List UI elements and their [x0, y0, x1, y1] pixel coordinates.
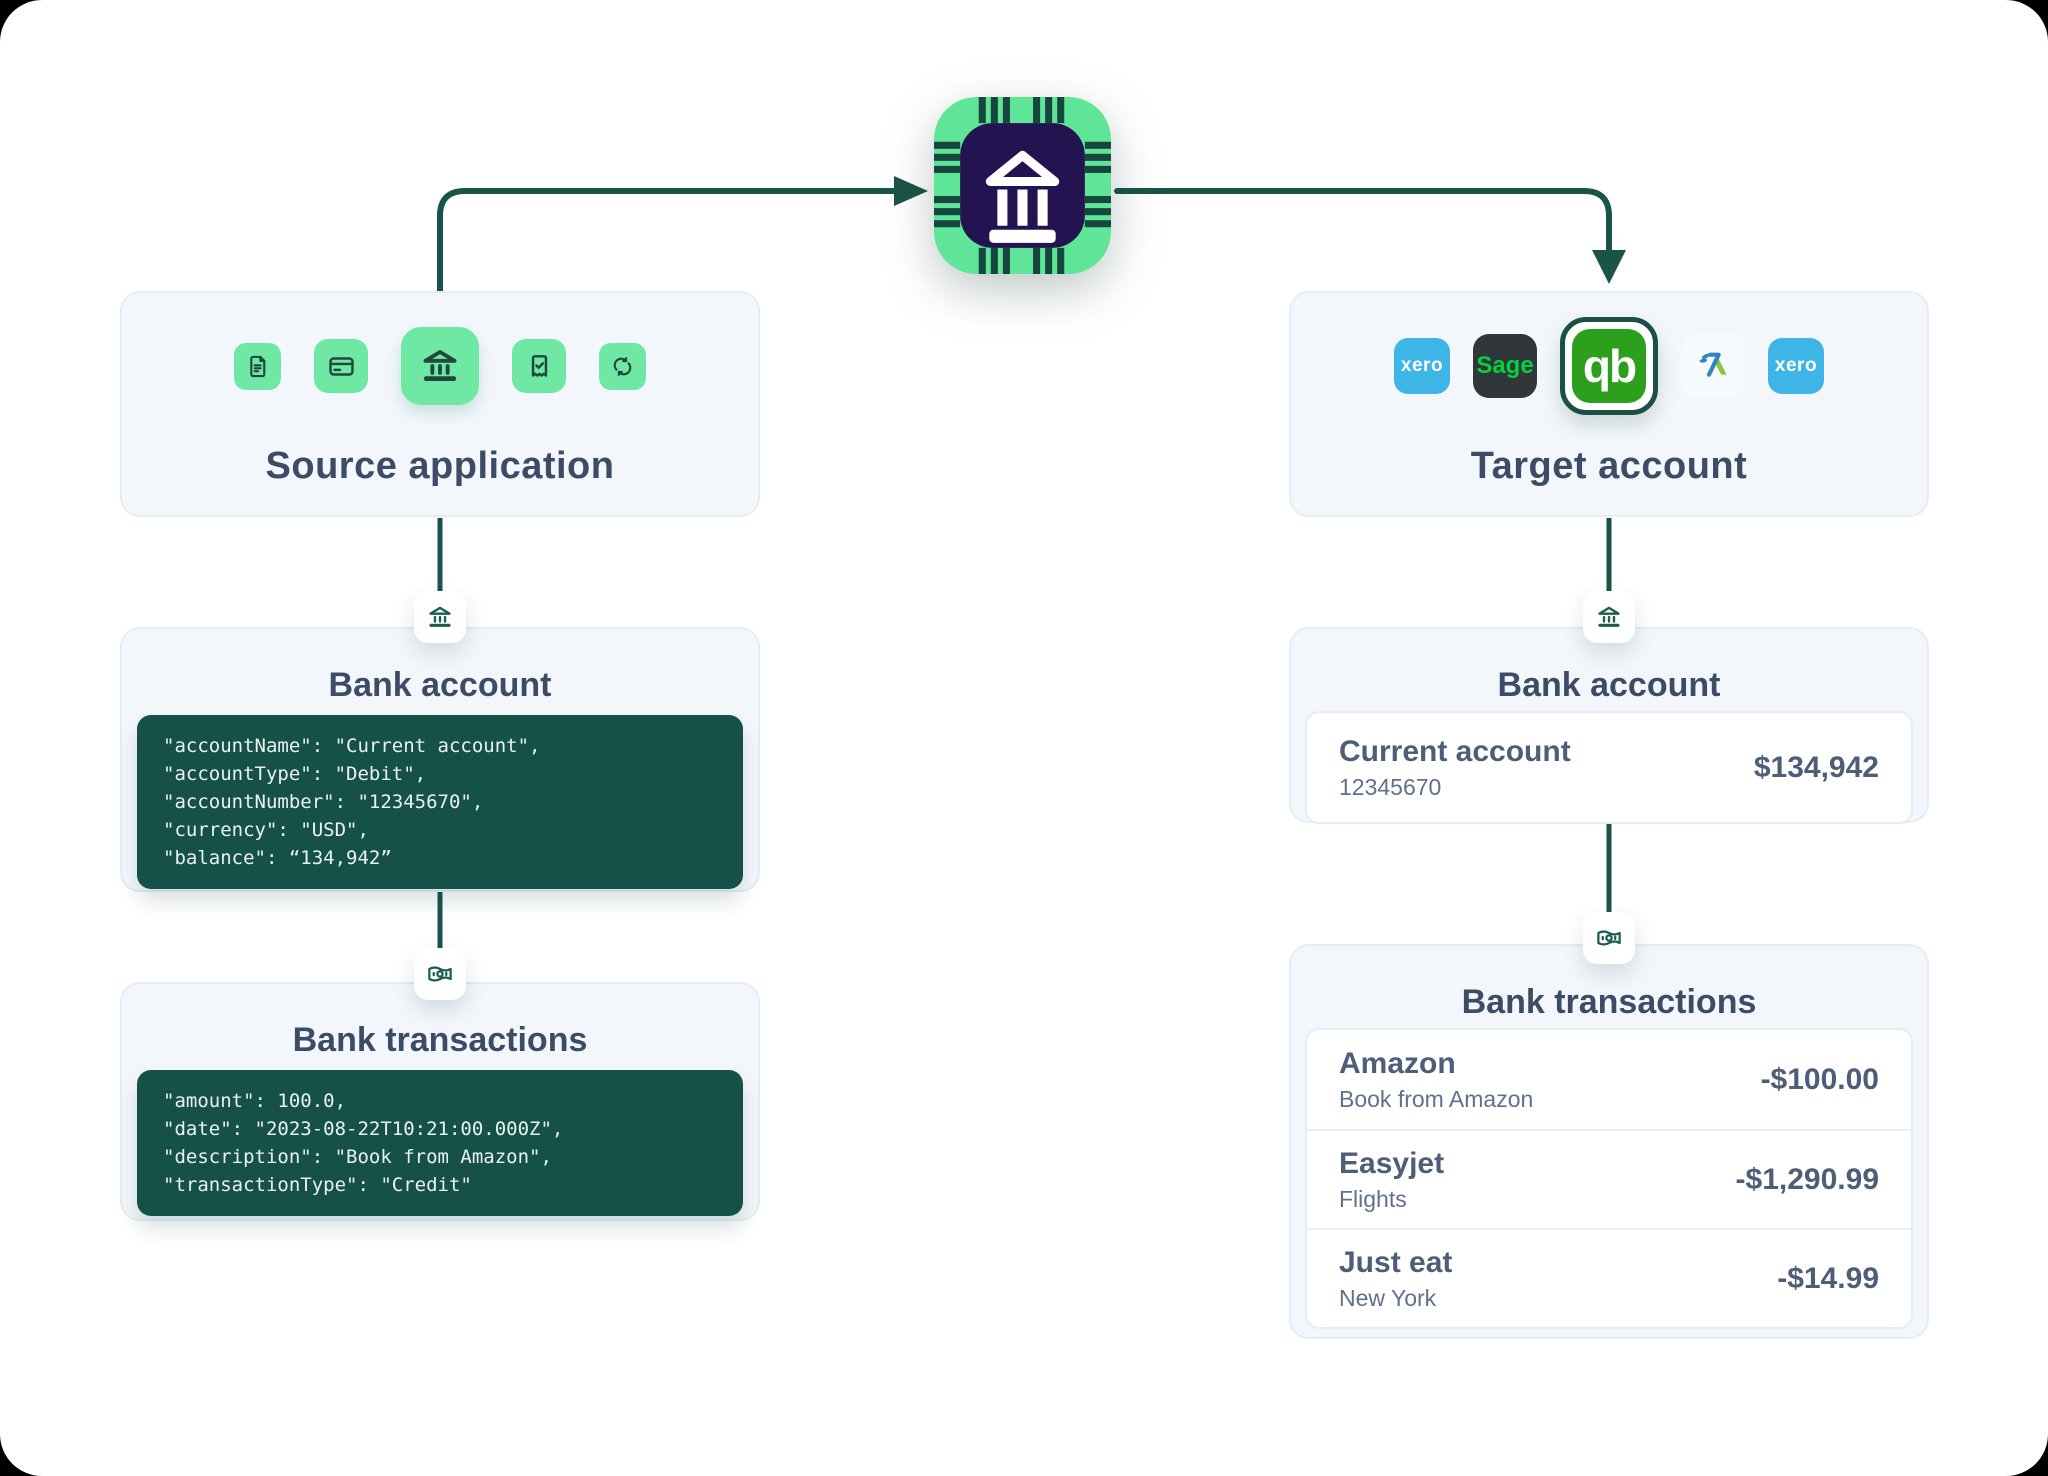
xero-app-icon[interactable]: xero [1394, 338, 1450, 394]
code-line: "currency": "USD", [163, 816, 717, 844]
arrow-source-to-chip [440, 191, 894, 292]
diagram-canvas: Source application xero Sage qb [0, 0, 2048, 1476]
account-number: 12345670 [1339, 774, 1571, 801]
bank-badge-icon [414, 591, 466, 643]
bank-icon[interactable] [401, 327, 479, 405]
freeagent-app-icon[interactable] [1681, 334, 1745, 398]
banknote-badge-icon [414, 948, 466, 1000]
transaction-detail: Flights [1339, 1186, 1444, 1213]
target-bank-transactions-card: Bank transactions Amazon Book from Amazo… [1289, 944, 1929, 1339]
code-line: "amount": 100.0, [163, 1087, 717, 1115]
transaction-merchant: Easyjet [1339, 1147, 1444, 1181]
code-line: "accountNumber": "12345670", [163, 788, 717, 816]
quickbooks-app-icon-selected[interactable]: qb [1560, 317, 1658, 415]
xero-app-icon[interactable]: xero [1768, 338, 1824, 394]
code-line: "description": "Book from Amazon", [163, 1143, 717, 1171]
code-line: "date": "2023-08-22T10:21:00.000Z", [163, 1115, 717, 1143]
account-summary-row: Current account 12345670 $134,942 [1305, 711, 1913, 824]
transaction-merchant: Just eat [1339, 1246, 1452, 1280]
bank-badge-icon [1583, 591, 1635, 643]
sage-app-icon[interactable]: Sage [1473, 334, 1537, 398]
transaction-amount: -$14.99 [1777, 1262, 1879, 1296]
card-title: Bank transactions [1291, 984, 1927, 1020]
transaction-row: Just eat New York -$14.99 [1307, 1228, 1911, 1327]
quickbooks-logo: qb [1572, 329, 1646, 403]
document-icon[interactable] [234, 343, 281, 390]
bank-chip-icon [934, 97, 1111, 274]
xero-label: xero [1401, 355, 1443, 377]
receipt-check-icon[interactable] [512, 339, 566, 393]
account-name: Current account [1339, 735, 1571, 769]
card-title: Bank account [122, 667, 758, 703]
xero-label: xero [1775, 355, 1817, 377]
card-title: Bank account [1291, 667, 1927, 703]
bank-transactions-json-block: "amount": 100.0, "date": "2023-08-22T10:… [137, 1070, 743, 1216]
freeagent-logo [1693, 346, 1733, 386]
arrowhead-down [1592, 250, 1626, 284]
transaction-amount: -$1,290.99 [1736, 1163, 1879, 1197]
card-title: Bank transactions [122, 1022, 758, 1058]
code-line: "transactionType": "Credit" [163, 1171, 717, 1199]
code-line: "accountType": "Debit", [163, 760, 717, 788]
target-account-panel: xero Sage qb xero Targ [1289, 291, 1929, 517]
transaction-detail: Book from Amazon [1339, 1086, 1533, 1113]
source-bank-account-card: Bank account "accountName": "Current acc… [120, 627, 760, 892]
code-line: "balance": “134,942” [163, 844, 717, 872]
banknote-badge-icon [1583, 912, 1635, 964]
arrow-chip-to-target [1117, 191, 1609, 250]
source-panel-title: Source application [266, 445, 615, 488]
code-line: "accountName": "Current account", [163, 732, 717, 760]
sync-icon[interactable] [599, 343, 646, 390]
transaction-detail: New York [1339, 1285, 1452, 1312]
transaction-row: Amazon Book from Amazon -$100.00 [1307, 1030, 1911, 1129]
transaction-row: Easyjet Flights -$1,290.99 [1307, 1129, 1911, 1228]
source-bank-transactions-card: Bank transactions "amount": 100.0, "date… [120, 982, 760, 1221]
transaction-amount: -$100.00 [1761, 1063, 1879, 1097]
sage-label: Sage [1476, 352, 1533, 380]
target-panel-title: Target account [1471, 445, 1748, 488]
arrowhead-right [894, 176, 928, 206]
transactions-list: Amazon Book from Amazon -$100.00 Easyjet… [1305, 1028, 1913, 1329]
source-application-panel: Source application [120, 291, 760, 517]
credit-card-icon[interactable] [314, 339, 368, 393]
target-bank-account-card: Bank account Current account 12345670 $1… [1289, 627, 1929, 823]
bank-account-json-block: "accountName": "Current account", "accou… [137, 715, 743, 889]
account-balance: $134,942 [1754, 751, 1879, 785]
transaction-merchant: Amazon [1339, 1047, 1533, 1081]
